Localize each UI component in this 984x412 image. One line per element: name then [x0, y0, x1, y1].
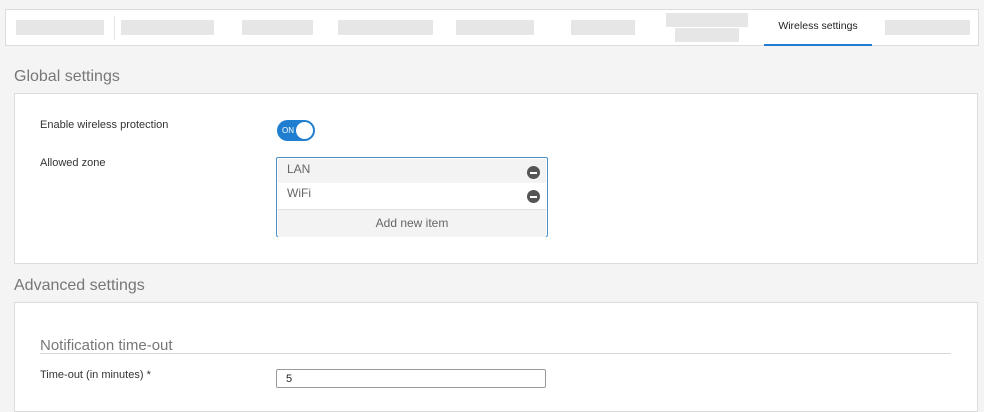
tab-7[interactable] [666, 13, 748, 27]
allowed-zone-label: Allowed zone [40, 157, 106, 169]
allowed-zone-list: LAN WiFi Add new item [276, 157, 548, 237]
tab-1[interactable] [16, 20, 104, 35]
tab-bar: Wireless settings [5, 9, 979, 46]
toggle-state-text: ON [282, 126, 294, 135]
enable-wireless-protection-label: Enable wireless protection [40, 119, 169, 131]
notification-timeout-heading: Notification time-out [40, 337, 173, 354]
global-settings-title: Global settings [14, 68, 120, 85]
enable-wireless-protection-toggle[interactable]: ON [277, 120, 315, 141]
tab-wireless-settings[interactable]: Wireless settings [764, 10, 872, 46]
tab-9[interactable] [885, 20, 970, 35]
zone-item-label: LAN [287, 162, 311, 176]
zone-item-label: WiFi [287, 186, 311, 200]
tab-7-line-2 [675, 28, 739, 42]
advanced-settings-panel [14, 302, 978, 412]
tab-separator [114, 16, 115, 40]
tab-4[interactable] [338, 20, 433, 35]
tab-5[interactable] [456, 20, 534, 35]
add-new-item-button[interactable]: Add new item [278, 209, 546, 237]
tab-6[interactable] [571, 20, 635, 35]
remove-circle-icon[interactable] [527, 166, 540, 179]
toggle-knob [296, 122, 313, 139]
remove-circle-icon[interactable] [527, 190, 540, 203]
timeout-label: Time-out (in minutes) * [40, 369, 151, 381]
tab-2[interactable] [121, 20, 214, 35]
tab-3[interactable] [242, 20, 313, 35]
timeout-input[interactable] [276, 369, 546, 388]
section-divider [40, 353, 951, 354]
list-item: LAN [278, 159, 546, 183]
advanced-settings-title: Advanced settings [14, 277, 145, 294]
tab-wireless-settings-label: Wireless settings [778, 20, 858, 32]
active-tab-underline [764, 44, 872, 46]
list-item: WiFi [278, 183, 546, 207]
